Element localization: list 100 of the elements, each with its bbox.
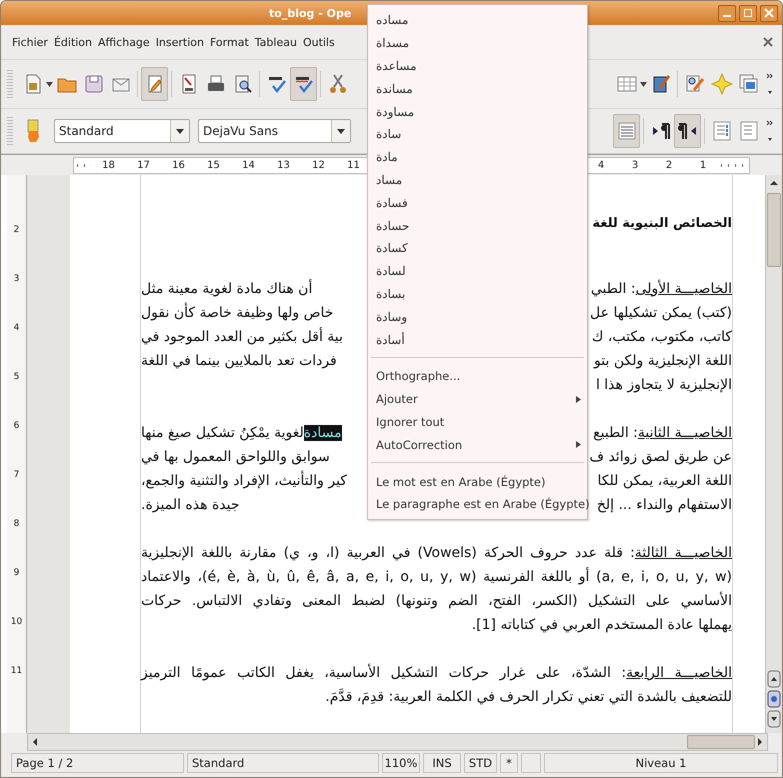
- suggestion-item[interactable]: مادة: [368, 146, 587, 169]
- close-icon: [764, 8, 774, 18]
- suggestion-item[interactable]: حسادة: [368, 214, 587, 237]
- paragraph-line: الخاصيـــة الثالثة: قلة عدد حروف الحركة (Vowels) في العربية (ا، و، ي) مقارنة باللغة الإنجليزية: [141, 544, 732, 563]
- paragraph-line: اللغة العربية، يمكن للكا: [598, 472, 732, 491]
- caret-icon[interactable]: [640, 82, 647, 86]
- menu-item-label: Orthographe...: [376, 369, 460, 384]
- menu-item[interactable]: Édition: [50, 36, 96, 48]
- paragraph-line: عن طريق لصق زوائد ف: [589, 448, 732, 467]
- ruler-number: 6: [14, 420, 20, 432]
- menu-item[interactable]: Orthographe...: [368, 364, 587, 388]
- paragraph-line: اللغة الإنجليزية ولكن بتو: [594, 352, 732, 371]
- paragraph-line: (a, e, i, o, u, y, w) أو باللغة الفرنسية (é, è, à, ù, û, ê, â, a, e, i, o, u, y, w)، والاعتماد: [141, 566, 732, 587]
- font-name-field[interactable]: DejaVu Sans: [198, 119, 351, 143]
- maximize-icon: [743, 8, 753, 18]
- paragraph-line: الإنجليزية لا يتجاوز هذا ا: [596, 376, 732, 395]
- suggestion-item[interactable]: لسادة: [368, 260, 587, 283]
- paragraph-line: يهملها عادة المستخدم العربي في كتاباته [1].: [470, 616, 732, 635]
- maximize-button[interactable]: [739, 4, 757, 22]
- window-title: to_blog - Ope: [269, 6, 352, 20]
- suggestion-item[interactable]: مساودة: [368, 100, 587, 123]
- suggestion-item[interactable]: مساده: [368, 9, 587, 32]
- status-bar-panel: [521, 753, 541, 773]
- page-navigation-drawing[interactable]: [767, 669, 781, 729]
- paragraph-line: فردات تعد بالملايين بينما في اللغة: [141, 352, 337, 371]
- document-heading: الخصائص البنيوية للغة: [592, 215, 732, 233]
- ruler-number: 15: [196, 158, 231, 172]
- scrollbar-thumb[interactable]: [767, 193, 781, 267]
- menu-item[interactable]: Outils: [300, 36, 338, 48]
- minimize-button[interactable]: [718, 4, 736, 22]
- star-icon: [710, 73, 732, 95]
- paragraph-line: للتضعيف بالشدة التي تعني تكرار الحرف في الكلمة العربية: قدِمَ، قدَّمَ.: [324, 688, 732, 707]
- page-indicator: Page 1 / 2: [11, 753, 184, 773]
- ruler-number: 16: [161, 158, 196, 172]
- paragraph-line: خاص ولها وظيفة خاصة كأن نقول: [141, 301, 334, 325]
- paragraph-line: (كتب) يمكن تشكيلها عل: [590, 304, 732, 323]
- close-button[interactable]: [760, 4, 778, 22]
- picture-frame-icon: [738, 73, 760, 95]
- suggestion-item[interactable]: مساندة: [368, 77, 587, 100]
- ruler-number: 13: [266, 158, 301, 172]
- align-icon: [616, 120, 638, 142]
- paragraph-line: مسادةلغوية يمْكِنُ تشكيل صيغ منها: [141, 424, 342, 443]
- list-icon: [710, 120, 732, 142]
- suggestion-item[interactable]: مسداة: [368, 32, 587, 55]
- paragraph-line: الخاصيـــة الرابعة: الشدّة، على غرار حركات التشكيل الأساسية، يغفل الكاتب عمومًا الترميز: [141, 662, 732, 683]
- list-icon: [738, 120, 760, 142]
- menu-item[interactable]: Affichage: [95, 36, 153, 48]
- menu-item[interactable]: Format: [207, 36, 252, 48]
- ruler-number: 7: [14, 468, 20, 482]
- edit-button[interactable]: [141, 67, 168, 101]
- ruler-number: 5: [14, 370, 20, 384]
- menu-item-label: Ajouter: [376, 392, 418, 406]
- menu-item-label: Ignorer tout: [376, 414, 444, 429]
- page-style: Standard: [187, 753, 379, 773]
- paragraph-line: أن هناك مادة لغوية معينة مثل: [141, 278, 312, 299]
- menu-item[interactable]: Tableau: [252, 36, 300, 48]
- ruler-number: 4: [14, 322, 20, 334]
- suggestion-item[interactable]: مساعدة: [368, 54, 587, 78]
- paragraph-line: الخاصيـــة الثانية: الطبيع: [593, 424, 732, 443]
- paragraph-line: الاستفهام والنداء ... إلخ: [596, 496, 732, 515]
- suggestion-item[interactable]: مساد: [368, 168, 587, 192]
- menu-item[interactable]: Le mot est en Arabe (Égypte): [368, 470, 587, 493]
- menu-item[interactable]: Fichier: [9, 36, 51, 48]
- rtl-button[interactable]: [674, 114, 701, 148]
- menu-item[interactable]: Ignorer tout: [368, 410, 587, 434]
- menu-item[interactable]: Insertion: [152, 36, 207, 48]
- caret-icon: [176, 128, 184, 134]
- menu-item[interactable]: Ajouter: [368, 388, 587, 411]
- suggestion-item[interactable]: سادة: [368, 122, 587, 146]
- caret-icon[interactable]: [46, 82, 53, 86]
- suggestion-item[interactable]: أسادة: [368, 328, 587, 351]
- menu-item-label: AutoCorrection: [376, 438, 462, 452]
- insert-mode: INS: [423, 753, 461, 773]
- suggestion-item[interactable]: وسادة: [368, 305, 587, 328]
- autospell-button[interactable]: [290, 67, 317, 101]
- ruler-number: 3: [14, 272, 20, 286]
- selection-mode: STD: [464, 753, 497, 773]
- ruler-number: 18: [91, 158, 126, 172]
- suggestion-item[interactable]: فسادة: [368, 191, 587, 214]
- minimize-icon: [723, 15, 731, 17]
- scrollbar-thumb[interactable]: [687, 735, 755, 749]
- align-button[interactable]: [613, 114, 640, 148]
- close-icon[interactable]: [762, 36, 774, 48]
- paragraph-line: كاتب، مكتوب، مكتب، ك: [592, 328, 732, 347]
- paragraph-style-field[interactable]: Standard: [54, 119, 190, 143]
- selected-word: مسادة: [304, 425, 342, 441]
- ruler-number: 9: [14, 566, 20, 580]
- menu-item[interactable]: AutoCorrection: [368, 433, 587, 456]
- chevron-icon: [766, 119, 774, 143]
- horizontal-scrollbar[interactable]: [27, 733, 768, 751]
- outline-level: Niveau 1: [544, 753, 778, 773]
- vertical-scrollbar[interactable]: [765, 175, 782, 733]
- pilcrow-arrow-icon: [676, 120, 698, 142]
- suggestion-item[interactable]: بسادة: [368, 282, 587, 306]
- ruler-number: 2: [14, 224, 20, 236]
- ruler-number: 8: [14, 518, 20, 530]
- ruler-number: 11: [10, 664, 22, 678]
- paragraph-line: سوابق واللواحق المعمول بها في: [141, 448, 330, 467]
- menu-item[interactable]: Le paragraphe est en Arabe (Égypte): [368, 492, 587, 516]
- suggestion-item[interactable]: كسادة: [368, 236, 587, 260]
